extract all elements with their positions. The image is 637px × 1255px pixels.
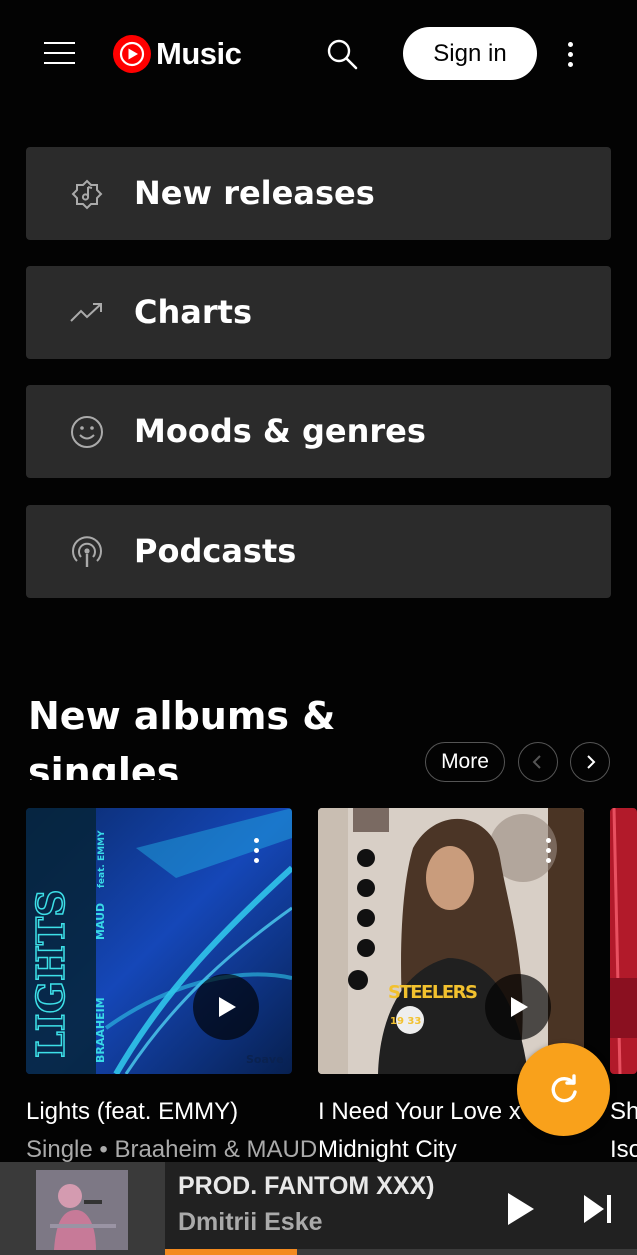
play-icon[interactable] (498, 1186, 544, 1232)
album-title[interactable]: Lights (feat. EMMY) (26, 1098, 316, 1126)
carousel-next-button[interactable] (570, 742, 610, 782)
play-button[interactable] (485, 974, 551, 1040)
nav-label: New releases (134, 174, 375, 212)
play-icon (511, 997, 528, 1017)
youtube-music-logo[interactable]: Music (112, 32, 242, 76)
nav-new-releases[interactable]: New releases (26, 147, 611, 240)
art-text: LIGHTS (28, 889, 73, 1058)
refresh-icon (551, 1073, 577, 1102)
smiley-icon (71, 416, 103, 448)
album-art-image (610, 808, 637, 1074)
section-title: New albums & singles (28, 694, 336, 780)
art-text: feat. EMMY (97, 830, 107, 888)
more-button[interactable]: More (425, 742, 505, 782)
player-artist[interactable]: Dmitrii Eske (178, 1208, 478, 1237)
art-text: Soave (246, 1053, 284, 1066)
shirt-text: 19 33 (390, 1016, 421, 1027)
skip-next-icon[interactable] (575, 1186, 621, 1232)
youtube-music-logo-icon (113, 35, 151, 73)
album-title[interactable]: Sh (610, 1098, 637, 1126)
carousel-prev-button[interactable] (518, 742, 558, 782)
playback-progress-bar[interactable] (165, 1249, 637, 1255)
logo-text: Music (156, 36, 242, 71)
nav-label: Charts (134, 293, 252, 331)
play-icon (219, 997, 236, 1017)
art-text: BRAAHEIM (94, 997, 107, 1063)
play-button[interactable] (193, 974, 259, 1040)
card-more-icon[interactable] (538, 836, 558, 866)
album-art[interactable]: STEELERS 19 33 (318, 808, 584, 1074)
podcast-icon (72, 536, 102, 567)
player-thumbnail-image (36, 1170, 128, 1250)
nav-charts[interactable]: Charts (26, 266, 611, 359)
refresh-fab-button[interactable] (517, 1043, 610, 1136)
card-more-icon[interactable] (246, 836, 266, 866)
player-thumbnail[interactable] (0, 1162, 165, 1255)
top-app-bar: Music Sign in (0, 0, 637, 108)
playback-progress-fill (165, 1249, 298, 1255)
hamburger-menu-icon[interactable] (44, 40, 76, 66)
chevron-left-icon (532, 755, 541, 769)
album-title[interactable]: I Need Your Love x (318, 1098, 523, 1126)
search-icon[interactable] (324, 36, 360, 72)
nav-label: Moods & genres (134, 412, 426, 450)
shirt-text: STEELERS (388, 982, 478, 1003)
album-subtitle: Single • Braaheim & MAUD (26, 1136, 316, 1163)
player-track-title[interactable]: PROD. FANTOM XXX) (178, 1172, 478, 1201)
album-art[interactable]: LIGHTS BRAAHEIM MAUD feat. EMMY Soave (26, 808, 292, 1074)
more-vert-icon[interactable] (558, 38, 582, 70)
nav-moods-genres[interactable]: Moods & genres (26, 385, 611, 478)
nav-label: Podcasts (134, 532, 297, 570)
mini-player[interactable]: PROD. FANTOM XXX) Dmitrii Eske (0, 1162, 637, 1255)
nav-podcasts[interactable]: Podcasts (26, 505, 611, 598)
new-releases-icon (71, 179, 103, 210)
trending-up-icon (70, 303, 102, 322)
album-subtitle: Iso (610, 1136, 637, 1163)
sign-in-button[interactable]: Sign in (403, 27, 537, 80)
chevron-right-icon (587, 755, 596, 769)
art-text: MAUD (94, 903, 107, 940)
album-subtitle: Midnight City (318, 1136, 457, 1163)
album-art[interactable] (610, 808, 637, 1074)
